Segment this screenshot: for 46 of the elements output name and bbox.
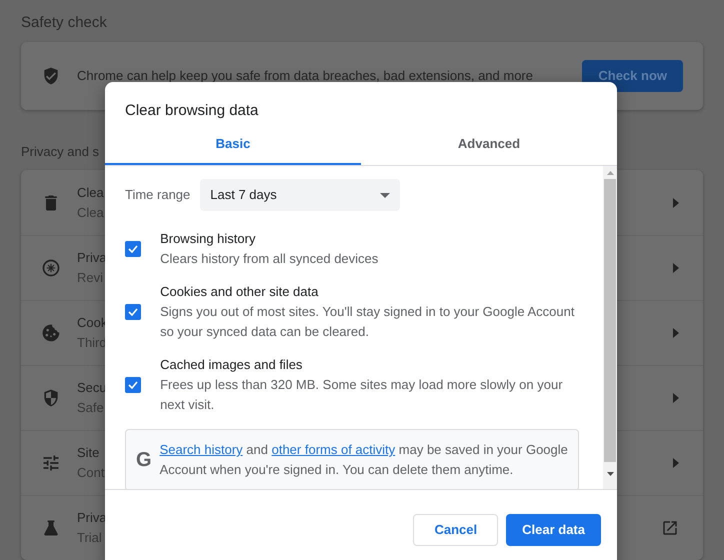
google-g-icon: G xyxy=(136,450,152,470)
checkmark-icon xyxy=(128,245,138,253)
option-description: Clears history from all synced devices xyxy=(160,250,380,268)
activity-link[interactable]: other forms of activity xyxy=(272,442,396,457)
scrollbar-thumb[interactable] xyxy=(604,179,616,462)
option-description: Frees up less than 320 MB. Some sites may load more slowly on your next visit. xyxy=(160,376,564,414)
scroll-up-icon[interactable] xyxy=(606,171,614,175)
scroll-down-icon[interactable] xyxy=(606,472,614,476)
arrow-right-icon[interactable] xyxy=(673,393,679,403)
option-title: Cookies and other site data xyxy=(160,283,320,301)
dropdown-caret-icon xyxy=(380,192,390,198)
checkbox[interactable] xyxy=(125,377,141,393)
arrow-right-icon[interactable] xyxy=(673,198,679,208)
compass-icon xyxy=(41,258,61,278)
arrow-right-icon[interactable] xyxy=(673,458,679,468)
dialog-tab[interactable]: Basic xyxy=(105,125,361,165)
row-title: Priva xyxy=(77,249,107,267)
time-range-label: Time range xyxy=(125,186,190,204)
row-title: Site xyxy=(77,444,100,462)
check-now-button[interactable]: Check now xyxy=(582,60,683,92)
checkmark-icon xyxy=(128,381,138,389)
row-title: Priva xyxy=(77,509,107,527)
option-description: Signs you out of most sites. You'll stay signed in to your Google Account so your synced data can be cleared. xyxy=(160,303,576,341)
clear-data-button[interactable]: Clear data xyxy=(506,514,601,546)
checkbox[interactable] xyxy=(125,241,141,257)
section-heading: Safety check xyxy=(21,13,108,32)
section-heading: Privacy and s xyxy=(21,143,100,161)
arrow-right-icon[interactable] xyxy=(673,328,679,338)
sliders-icon xyxy=(41,453,61,473)
checkbox[interactable] xyxy=(125,304,141,320)
cancel-button[interactable]: Cancel xyxy=(413,514,498,546)
dialog-title: Clear browsing data xyxy=(124,101,260,121)
time-range-dropdown[interactable]: Last 7 days xyxy=(200,179,400,211)
cookie-icon xyxy=(41,323,61,343)
scrollbar[interactable] xyxy=(603,166,617,489)
arrow-right-icon[interactable] xyxy=(673,263,679,273)
external-link-icon[interactable] xyxy=(661,519,679,537)
dialog-tab[interactable]: Advanced xyxy=(361,125,617,165)
option-title: Browsing history xyxy=(160,230,256,248)
row-title: Secu xyxy=(77,379,107,397)
safety-text: Chrome can help keep you safe from data breaches, bad extensions, and more xyxy=(77,67,533,86)
row-title: Clea xyxy=(77,184,104,202)
search-history-link[interactable]: Search history xyxy=(160,442,243,457)
notice-text: Search history and other forms of activity may be saved in your Google Account when you're signed in. You can delete them anytime. xyxy=(160,441,569,479)
option-title: Cached images and files xyxy=(160,356,304,374)
checkmark-icon xyxy=(128,308,138,316)
